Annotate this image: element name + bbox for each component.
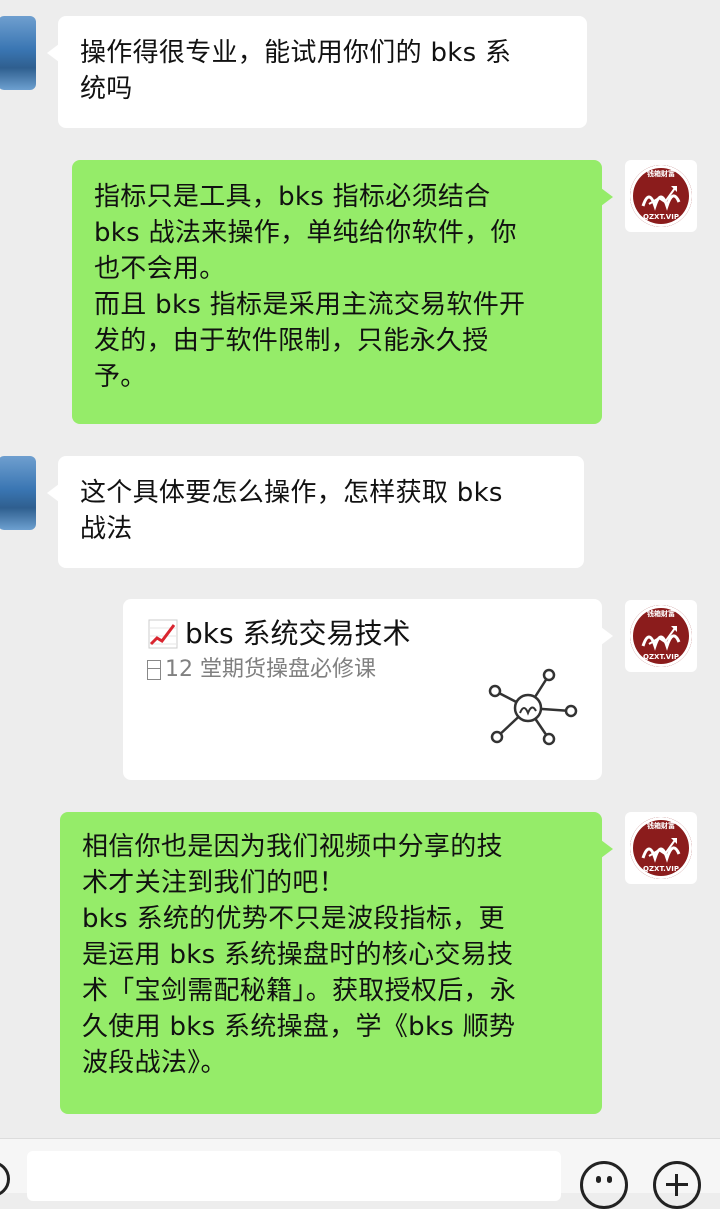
message-line: 波段战法》。 bbox=[82, 1048, 227, 1078]
message-line: 久使用 bks 系统操盘，学《bks 顺势 bbox=[82, 1012, 516, 1042]
message-line: 相信你也是因为我们视频中分享的技 bbox=[82, 832, 503, 862]
brand-logo-bottom-text: QZXT.VIP bbox=[643, 653, 679, 661]
brand-logo: 钱箱财富 QZXT.VIP bbox=[630, 165, 692, 227]
user-avatar[interactable] bbox=[0, 16, 36, 90]
message-bubble-incoming[interactable]: 这个具体要怎么操作，怎样获取 bks 战法 bbox=[47, 456, 584, 568]
brand-logo-bottom-text: QZXT.VIP bbox=[643, 213, 679, 221]
chat-input-bar bbox=[0, 1138, 720, 1209]
brand-avatar[interactable]: 钱箱财富 QZXT.VIP bbox=[625, 160, 697, 232]
message-line: 予。 bbox=[94, 362, 147, 392]
brand-logo-top-text: 钱箱财富 bbox=[647, 610, 675, 618]
plus-icon[interactable] bbox=[653, 1161, 701, 1209]
message-line: 指标只是工具，bks 指标必须结合 bbox=[94, 182, 491, 212]
brand-logo-bottom-text: QZXT.VIP bbox=[643, 865, 679, 873]
message-bubble-outgoing[interactable]: 指标只是工具，bks 指标必须结合 bks 战法来操作，单纯给你软件，你 也不会… bbox=[72, 160, 613, 424]
brand-logo: 钱箱财富 QZXT.VIP bbox=[630, 817, 692, 879]
user-avatar[interactable] bbox=[0, 456, 36, 530]
card-title: bks 系统交易技术 bbox=[185, 617, 411, 650]
brand-avatar[interactable]: 钱箱财富 QZXT.VIP bbox=[625, 812, 697, 884]
chart-up-icon bbox=[641, 186, 681, 211]
message-line: 战法 bbox=[80, 514, 133, 544]
brand-avatar[interactable]: 钱箱财富 QZXT.VIP bbox=[625, 600, 697, 672]
message-input[interactable] bbox=[27, 1151, 561, 1201]
message-line: bks 战法来操作，单纯给你软件，你 bbox=[94, 218, 517, 248]
message-line: 术「宝剑需配秘籍」。获取授权后，永 bbox=[82, 976, 517, 1006]
link-card[interactable]: bks 系统交易技术 12 堂期货操盘必修课 bbox=[123, 599, 613, 780]
message-line: 术才关注到我们的吧！ bbox=[82, 868, 346, 898]
card-description: 12 堂期货操盘必修课 bbox=[165, 657, 376, 682]
message-line: 是运用 bks 系统操盘时的核心交易技 bbox=[82, 940, 514, 970]
document-icon bbox=[147, 660, 161, 680]
brand-logo-top-text: 钱箱财富 bbox=[647, 170, 675, 178]
network-icon bbox=[488, 668, 578, 746]
chart-up-icon bbox=[148, 619, 178, 649]
message-line: 发的，由于软件限制，只能永久授 bbox=[94, 326, 489, 356]
message-line: 统吗 bbox=[80, 74, 133, 104]
message-line: 这个具体要怎么操作，怎样获取 bks bbox=[80, 478, 503, 508]
message-bubble-incoming[interactable]: 操作得很专业，能试用你们的 bks 系 统吗 bbox=[47, 16, 587, 128]
message-line: 也不会用。 bbox=[94, 254, 226, 284]
chart-up-icon bbox=[641, 626, 681, 651]
message-line: bks 系统的优势不只是波段指标，更 bbox=[82, 904, 505, 934]
message-bubble-outgoing[interactable]: 相信你也是因为我们视频中分享的技 术才关注到我们的吧！ bks 系统的优势不只是… bbox=[60, 812, 613, 1114]
message-line: 而且 bks 指标是采用主流交易软件开 bbox=[94, 290, 526, 320]
emoji-icon[interactable] bbox=[580, 1161, 628, 1209]
chart-up-icon bbox=[641, 838, 681, 863]
card-title-row: bks 系统交易技术 bbox=[147, 615, 578, 653]
brand-logo: 钱箱财富 QZXT.VIP bbox=[630, 605, 692, 667]
message-line: 操作得很专业，能试用你们的 bks 系 bbox=[80, 38, 512, 68]
brand-logo-top-text: 钱箱财富 bbox=[647, 822, 675, 830]
